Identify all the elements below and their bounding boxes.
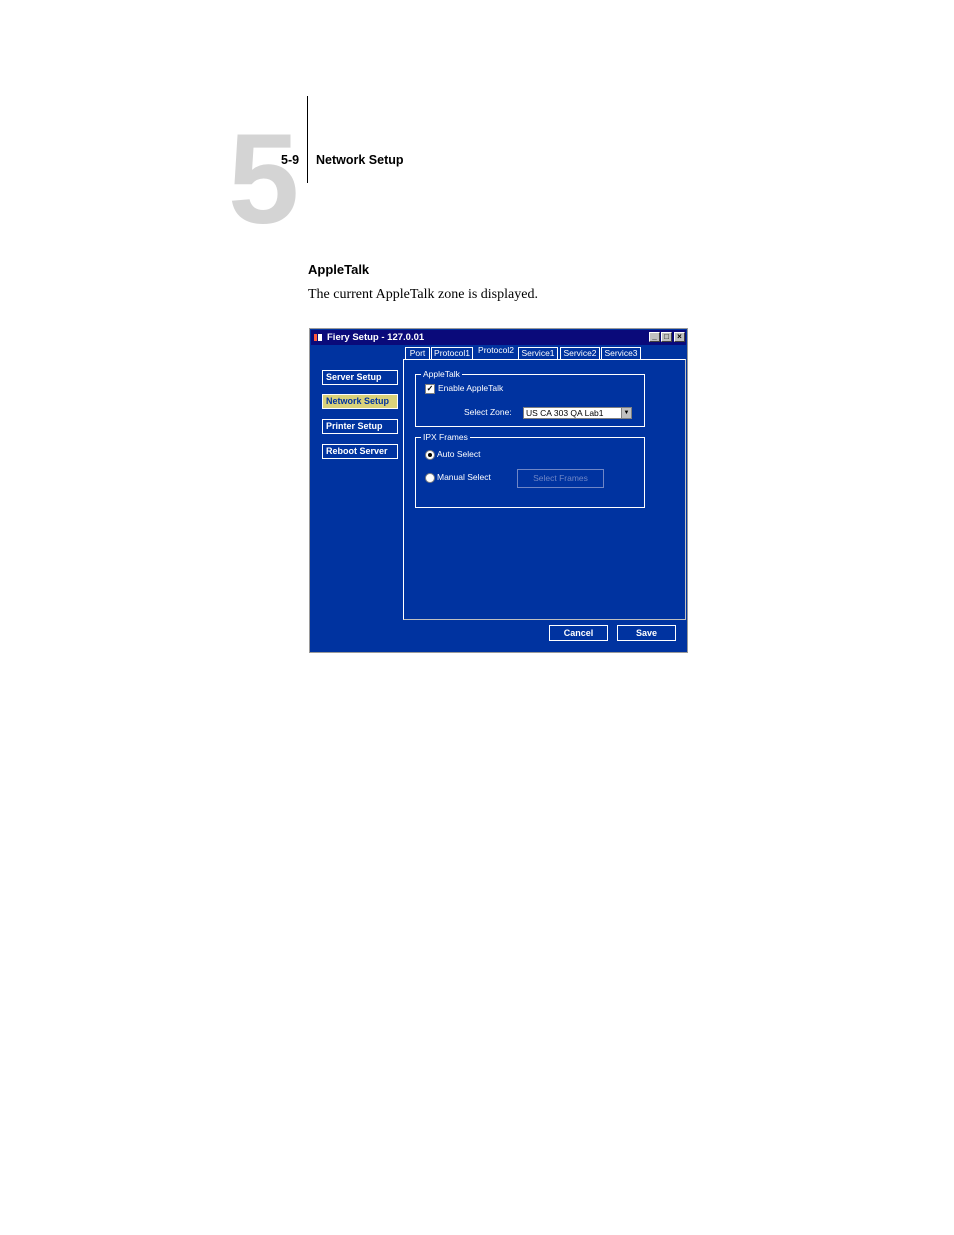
save-button[interactable]: Save: [617, 625, 676, 641]
tab-service1[interactable]: Service1: [518, 347, 558, 359]
tab-port[interactable]: Port: [405, 347, 430, 359]
auto-select-label: Auto Select: [437, 449, 481, 459]
close-icon[interactable]: ×: [674, 332, 685, 342]
nav-reboot-server-button[interactable]: Reboot Server: [322, 444, 398, 459]
app-icon: [314, 334, 322, 341]
tab-service2[interactable]: Service2: [560, 347, 600, 359]
window-title: Fiery Setup - 127.0.01: [327, 332, 425, 343]
header-rule: [307, 96, 308, 183]
manual-select-label: Manual Select: [437, 472, 491, 482]
nav-server-setup-button[interactable]: Server Setup: [322, 370, 398, 385]
nav-printer-setup-button[interactable]: Printer Setup: [322, 419, 398, 434]
nav-network-setup-button[interactable]: Network Setup: [322, 394, 398, 409]
manual-select-radio[interactable]: [425, 473, 435, 483]
appletalk-group: AppleTalk ✓ Enable AppleTalk Select Zone…: [415, 368, 645, 427]
enable-appletalk-label: Enable AppleTalk: [438, 383, 504, 393]
tab-protocol2[interactable]: Protocol2: [475, 345, 517, 360]
ipx-frames-group: IPX Frames Auto Select Manual Select Sel…: [415, 431, 645, 508]
maximize-icon[interactable]: □: [661, 332, 672, 342]
chapter-title: Network Setup: [316, 153, 404, 167]
auto-select-radio[interactable]: [425, 450, 435, 460]
select-zone-label: Select Zone:: [464, 407, 512, 417]
appletalk-group-label: AppleTalk: [421, 368, 462, 380]
title-bar: Fiery Setup - 127.0.01 _ □ ×: [311, 330, 686, 345]
chevron-down-icon[interactable]: ▼: [621, 408, 631, 418]
select-frames-button[interactable]: Select Frames: [517, 469, 604, 488]
enable-appletalk-checkbox[interactable]: ✓: [425, 384, 435, 394]
chapter-number: 5: [228, 108, 299, 251]
zone-select[interactable]: US CA 303 QA Lab1 ▼: [523, 407, 632, 419]
body-text: The current AppleTalk zone is displayed.: [308, 287, 538, 302]
minimize-icon[interactable]: _: [649, 332, 660, 342]
cancel-button[interactable]: Cancel: [549, 625, 608, 641]
zone-select-value: US CA 303 QA Lab1: [526, 408, 604, 418]
page-number: 5-9: [281, 153, 300, 167]
tab-service3[interactable]: Service3: [601, 347, 641, 359]
section-title: AppleTalk: [308, 262, 370, 277]
ipx-frames-group-label: IPX Frames: [421, 431, 470, 443]
fiery-setup-window: Fiery Setup - 127.0.01 _ □ × Server Setu…: [309, 328, 688, 653]
protocol2-panel: AppleTalk ✓ Enable AppleTalk Select Zone…: [403, 359, 686, 620]
tab-protocol1[interactable]: Protocol1: [431, 347, 473, 359]
